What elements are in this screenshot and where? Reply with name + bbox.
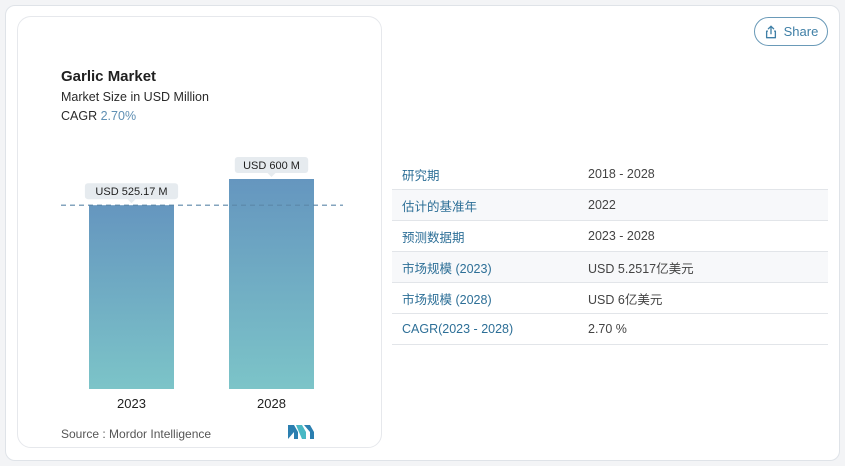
row-value: 2018 - 2028 [588,167,655,181]
data-label-text: USD 600 M [243,160,300,172]
row-label: 市场规模 (2023) [402,261,492,276]
row-label: 估计的基准年 [402,199,478,214]
row-value: 2023 - 2028 [588,229,655,243]
source-text: Source : Mordor Intelligence [61,427,212,441]
row-value: 2.70 % [588,322,627,336]
table-row: 研究期 2018 - 2028 [392,159,828,190]
row-value: 2022 [588,198,616,212]
share-button[interactable]: Share [754,17,828,46]
market-summary-table: 研究期 2018 - 2028 估计的基准年 2022 预测数据期 2023 -… [392,159,828,345]
x-tick-label: 2023 [117,396,146,411]
row-label: CAGR(2023 - 2028) [402,322,514,336]
mordor-intelligence-logo [288,425,314,439]
data-label-2028: USD 600 M [234,157,309,177]
data-label-text: USD 525.17 M [95,186,167,198]
table-row: CAGR(2023 - 2028) 2.70 % [392,314,828,345]
bar-2023 [89,205,174,389]
table-row: 市场规模 (2028) USD 6亿美元 [392,283,828,314]
share-label: Share [783,24,819,39]
row-label: 市场规模 (2028) [402,292,492,307]
bar-chart: USD 525.17 M 2023 USD 600 M 2028 [61,157,343,411]
row-value: USD 5.2517亿美元 [588,261,694,276]
chart-card: Garlic Market Market Size in USD Million… [17,16,382,448]
row-label: 预测数据期 [402,230,465,245]
table-row: 市场规模 (2023) USD 5.2517亿美元 [392,252,828,283]
table-row: 估计的基准年 2022 [392,190,828,221]
row-value: USD 6亿美元 [588,292,663,307]
table-row: 预测数据期 2023 - 2028 [392,221,828,252]
x-tick-label: 2028 [257,396,286,411]
bar-2028 [229,179,314,389]
row-label: 研究期 [402,168,440,183]
data-label-2023: USD 525.17 M [84,183,179,204]
share-icon [765,25,776,38]
